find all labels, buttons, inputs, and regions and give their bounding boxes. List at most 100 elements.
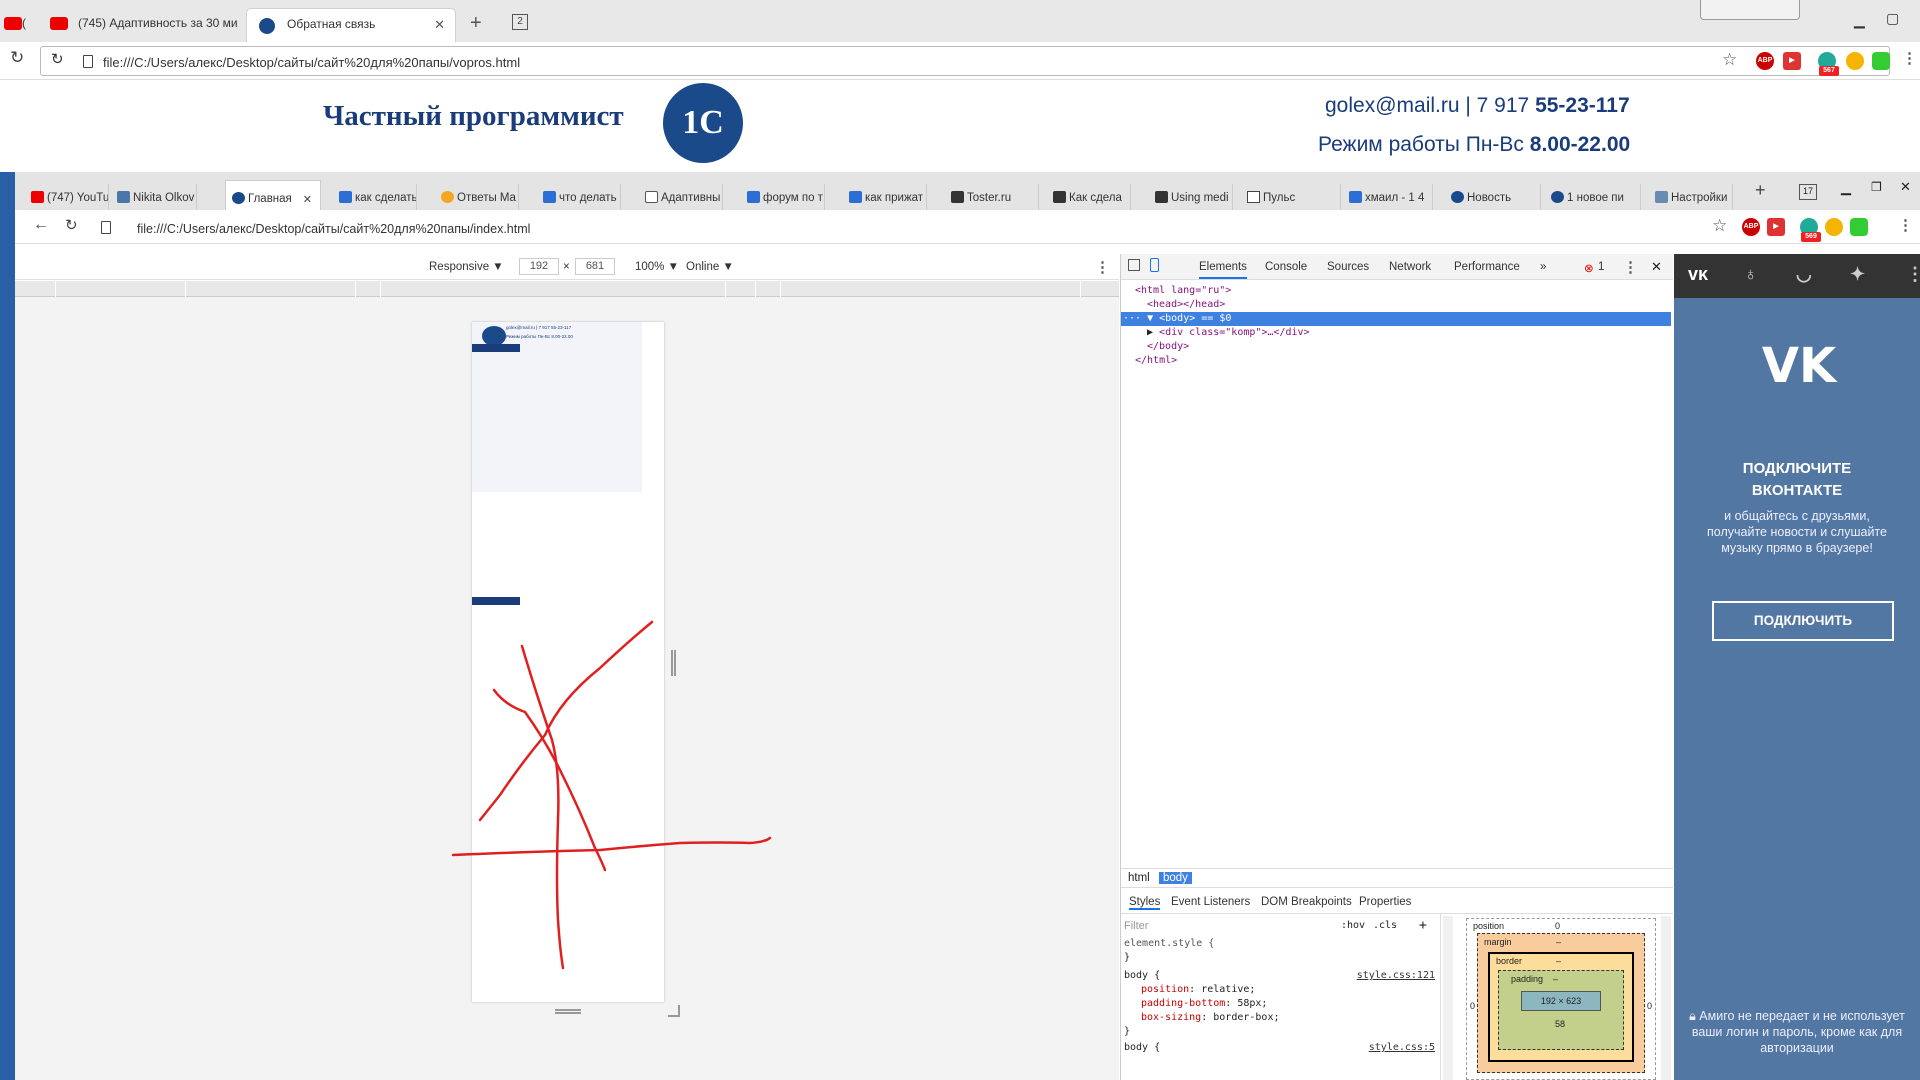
error-icon[interactable]: ⊗ xyxy=(1584,261,1594,275)
height-input[interactable]: 681 xyxy=(575,258,615,275)
inner-tab-active[interactable]: Главная ✕ xyxy=(225,180,321,210)
inspect-element-icon[interactable] xyxy=(1128,259,1140,271)
css-property[interactable]: position: relative; xyxy=(1141,984,1255,995)
inner-tab[interactable]: Адаптивны xyxy=(639,184,723,210)
chat-extension-icon[interactable] xyxy=(1825,218,1843,236)
email-link[interactable]: golex@mail.ru xyxy=(1325,94,1460,117)
extension-icon[interactable]: ▶ xyxy=(1783,52,1801,70)
tab-network[interactable]: Network xyxy=(1389,261,1431,273)
media-query-ruler[interactable] xyxy=(15,281,1119,297)
extension-icon[interactable]: ▶ xyxy=(1767,218,1785,236)
tab-console[interactable]: Console xyxy=(1265,261,1307,273)
dom-node-body[interactable]: ··· ▼ <body> == $0 xyxy=(1121,312,1671,326)
tab-sources[interactable]: Sources xyxy=(1327,261,1369,273)
inner-tab[interactable]: Как сдела xyxy=(1047,184,1131,210)
inner-tab[interactable]: как сделать xyxy=(333,184,417,210)
chat-extension-icon[interactable] xyxy=(1846,52,1864,70)
reload-icon[interactable]: ↻ xyxy=(65,216,78,234)
new-tab-button[interactable]: + xyxy=(1755,180,1766,201)
outer-url-field[interactable]: ↻ file:///C:/Users/алекс/Desktop/сайты/с… xyxy=(40,46,1890,76)
dom-node-html[interactable]: <html lang="ru"> xyxy=(1121,284,1671,298)
resize-handle-corner[interactable] xyxy=(668,1005,680,1017)
odnoklassniki-icon[interactable]: ♁ xyxy=(1744,264,1758,285)
close-tab-icon[interactable]: ✕ xyxy=(434,17,445,33)
bookmark-star-icon[interactable]: ☆ xyxy=(1722,50,1737,70)
inner-tab[interactable]: форум по т xyxy=(741,184,825,210)
inner-tab[interactable]: (747) YouTu xyxy=(25,184,109,210)
width-input[interactable]: 192 xyxy=(519,258,559,275)
tab-elements[interactable]: Elements xyxy=(1199,261,1247,279)
emulated-device-page[interactable]: golex@mail.ru | 7 917 55-23-117 Режим ра… xyxy=(472,322,664,1002)
outer-tab-feedback[interactable]: Обратная связь ✕ xyxy=(246,8,456,42)
devtools-menu-icon[interactable]: ⋮ xyxy=(1623,258,1638,276)
breadcrumb-html[interactable]: html xyxy=(1124,872,1154,884)
inner-tab[interactable]: Пульс xyxy=(1241,184,1341,210)
outer-tab-youtube[interactable]: (745) Адаптивность за 30 мину xyxy=(38,8,238,42)
twitter-icon[interactable]: ✦ xyxy=(1850,264,1865,285)
inner-tab[interactable]: как прижат xyxy=(843,184,927,210)
inner-tab[interactable]: Toster.ru xyxy=(945,184,1039,210)
list-extension-icon[interactable] xyxy=(1850,218,1868,236)
vk-connect-button[interactable]: ПОДКЛЮЧИТЬ xyxy=(1712,601,1894,641)
minimize-icon[interactable]: ▁ xyxy=(1854,12,1865,29)
margin-box[interactable]: margin – border – padding – 192 × 623 58 xyxy=(1477,933,1645,1073)
tab-dom-breakpoints[interactable]: DOM Breakpoints xyxy=(1261,896,1352,908)
inner-tab[interactable]: что делать xyxy=(537,184,621,210)
content-box[interactable]: 192 × 623 xyxy=(1521,991,1601,1011)
adblock-icon[interactable]: ABP xyxy=(1756,52,1774,70)
hov-toggle[interactable]: :hov xyxy=(1341,920,1365,931)
window-stash-buttons[interactable] xyxy=(1700,0,1800,20)
menu-icon[interactable]: ⋮ xyxy=(1902,49,1917,67)
boxmodel-scrollbar[interactable] xyxy=(1661,916,1671,1080)
restore-icon[interactable]: ❐ xyxy=(1871,180,1882,194)
body-rule-selector[interactable]: body { xyxy=(1124,1042,1160,1053)
new-tab-button[interactable]: + xyxy=(470,12,482,35)
tab-count-icon[interactable]: 2 xyxy=(512,14,528,30)
styles-filter-input[interactable]: Filter xyxy=(1124,920,1148,932)
device-toggle-icon[interactable] xyxy=(1150,258,1159,272)
more-options-icon[interactable]: ⋮ xyxy=(1095,258,1110,276)
tab-count-icon[interactable]: 17 xyxy=(1799,184,1817,200)
css-property[interactable]: padding-bottom: 58px; xyxy=(1141,998,1267,1009)
body-rule-selector[interactable]: body { xyxy=(1124,970,1160,981)
menu-icon[interactable]: ⋮ xyxy=(1898,216,1913,234)
breadcrumb-body[interactable]: body xyxy=(1159,872,1192,884)
zoom-dropdown[interactable]: 100% ▼ xyxy=(635,261,679,273)
tab-event-listeners[interactable]: Event Listeners xyxy=(1171,896,1250,908)
inner-tab[interactable]: Using medi xyxy=(1149,184,1233,210)
close-devtools-icon[interactable]: ✕ xyxy=(1651,259,1662,275)
stylesheet-link[interactable]: style.css:121 xyxy=(1357,970,1435,981)
tab-styles[interactable]: Styles xyxy=(1129,896,1161,910)
dom-node-div-komp[interactable]: ▶ <div class="komp">…</div> xyxy=(1121,326,1671,340)
bookmark-star-icon[interactable]: ☆ xyxy=(1712,216,1727,236)
dom-node-head[interactable]: <head></head> xyxy=(1121,298,1671,312)
cls-toggle[interactable]: .cls xyxy=(1373,920,1397,931)
close-window-icon[interactable]: ✕ xyxy=(1900,179,1911,195)
inner-url-text[interactable]: file:///C:/Users/алекс/Desktop/сайты/сай… xyxy=(137,222,530,236)
styles-scrollbar[interactable] xyxy=(1443,916,1453,1080)
smile-icon[interactable]: ◡ xyxy=(1796,264,1812,285)
inner-tab[interactable]: хмаил - 1 4 xyxy=(1343,184,1433,210)
network-dropdown[interactable]: Online ▼ xyxy=(686,261,734,273)
resize-handle-bottom[interactable] xyxy=(555,1009,581,1014)
tab-performance[interactable]: Performance xyxy=(1454,261,1520,273)
padding-box[interactable]: padding – 192 × 623 58 xyxy=(1498,970,1624,1050)
list-extension-icon[interactable] xyxy=(1872,52,1890,70)
reload-icon[interactable]: ↻ xyxy=(51,50,64,68)
vk-icon[interactable]: ᴠᴋ xyxy=(1688,264,1708,285)
stylesheet-link[interactable]: style.css:5 xyxy=(1369,1042,1435,1053)
inner-tab[interactable]: Новость xyxy=(1445,184,1541,210)
css-property[interactable]: box-sizing: border-box; xyxy=(1141,1012,1280,1023)
resize-handle-right[interactable] xyxy=(671,650,676,676)
more-icon[interactable]: ⋮ xyxy=(1906,264,1920,285)
inner-tab[interactable]: 1 новое пи xyxy=(1545,184,1641,210)
inner-tab[interactable]: Ответы Ma xyxy=(435,184,519,210)
minimize-icon[interactable]: ▁ xyxy=(1841,180,1851,196)
reload-icon[interactable]: ↻ xyxy=(10,48,24,68)
inner-tab[interactable]: Настройки xyxy=(1649,184,1733,210)
close-tab-icon[interactable]: ✕ xyxy=(303,193,312,206)
more-tabs-icon[interactable]: » xyxy=(1540,261,1546,273)
add-rule-icon[interactable]: + xyxy=(1419,918,1427,933)
adblock-icon[interactable]: ABP xyxy=(1742,218,1760,236)
responsive-dropdown[interactable]: Responsive ▼ xyxy=(429,261,504,273)
